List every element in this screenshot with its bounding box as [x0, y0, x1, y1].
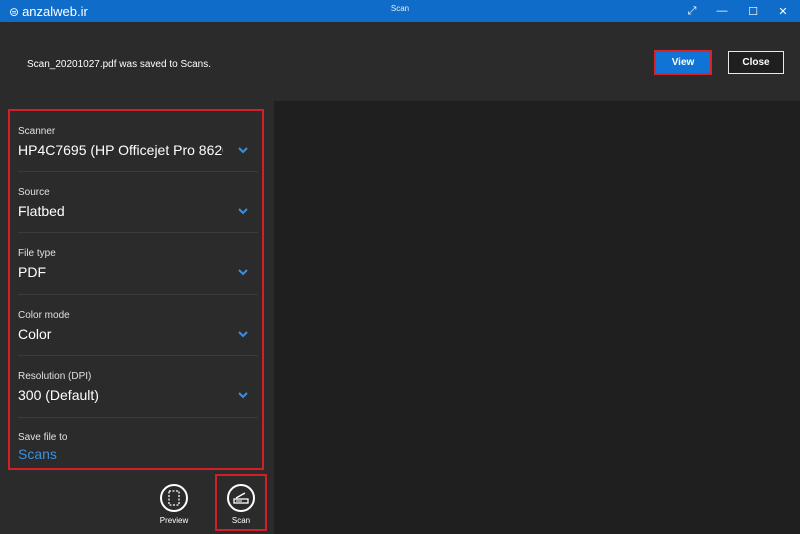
close-button[interactable]: Close [728, 51, 784, 74]
file-type-label: File type [18, 248, 56, 259]
chevron-down-icon[interactable] [236, 143, 250, 157]
color-mode-dropdown[interactable]: Color [18, 326, 223, 342]
view-button[interactable]: View [654, 50, 712, 75]
watermark: ⊜ anzalweb.ir [9, 4, 88, 19]
save-location-link[interactable]: Scans [18, 446, 57, 462]
document-preview-icon [168, 490, 180, 506]
settings-panel: Scanner HP4C7695 (HP Officejet Pro 8620 … [0, 101, 274, 534]
preview-icon-circle [160, 484, 188, 512]
file-type-dropdown[interactable]: PDF [18, 264, 223, 280]
watermark-text: anzalweb.ir [22, 4, 88, 19]
save-notification-bar: Scan_20201027.pdf was saved to Scans. Vi… [0, 22, 800, 101]
source-setting[interactable]: Source Flatbed [18, 187, 252, 219]
source-dropdown[interactable]: Flatbed [18, 203, 223, 219]
chevron-down-icon[interactable] [236, 388, 250, 402]
scanner-setting[interactable]: Scanner HP4C7695 (HP Officejet Pro 8620 [18, 126, 252, 158]
file-type-setting[interactable]: File type PDF [18, 248, 252, 280]
maximize-button[interactable]: ☐ [737, 0, 769, 22]
scanner-label: Scanner [18, 126, 56, 137]
title-bar: Scan ⊜ anzalweb.ir ⤢ — ☐ ✕ [0, 0, 800, 22]
resolution-label: Resolution (DPI) [18, 371, 92, 382]
divider [18, 294, 258, 295]
source-label: Source [18, 187, 50, 198]
save-file-to-label: Save file to [18, 432, 68, 443]
watermark-logo-icon: ⊜ [9, 4, 20, 19]
resolution-dropdown[interactable]: 300 (Default) [18, 387, 223, 403]
resolution-setting[interactable]: Resolution (DPI) 300 (Default) [18, 371, 252, 403]
scan-preview-area [274, 101, 800, 534]
preview-button[interactable]: Preview [149, 484, 199, 525]
preview-label: Preview [159, 516, 189, 525]
fullscreen-button[interactable]: ⤢ [676, 0, 708, 22]
minimize-button[interactable]: — [706, 0, 738, 22]
divider [18, 355, 258, 356]
chevron-down-icon[interactable] [236, 265, 250, 279]
scan-button[interactable]: Scan [216, 484, 266, 525]
save-message: Scan_20201027.pdf was saved to Scans. [27, 59, 212, 70]
color-mode-setting[interactable]: Color mode Color [18, 310, 252, 342]
divider [18, 417, 258, 418]
settings-highlight-box [8, 109, 264, 470]
scanner-dropdown[interactable]: HP4C7695 (HP Officejet Pro 8620 [18, 142, 223, 158]
scan-icon-circle [227, 484, 255, 512]
save-location-setting: Save file to Scans [18, 432, 252, 462]
scan-label: Scan [231, 516, 251, 525]
divider [18, 171, 258, 172]
chevron-down-icon[interactable] [236, 204, 250, 218]
color-mode-label: Color mode [18, 310, 70, 321]
divider [18, 232, 258, 233]
chevron-down-icon[interactable] [236, 327, 250, 341]
close-window-button[interactable]: ✕ [767, 0, 799, 22]
scanner-icon [233, 492, 249, 504]
